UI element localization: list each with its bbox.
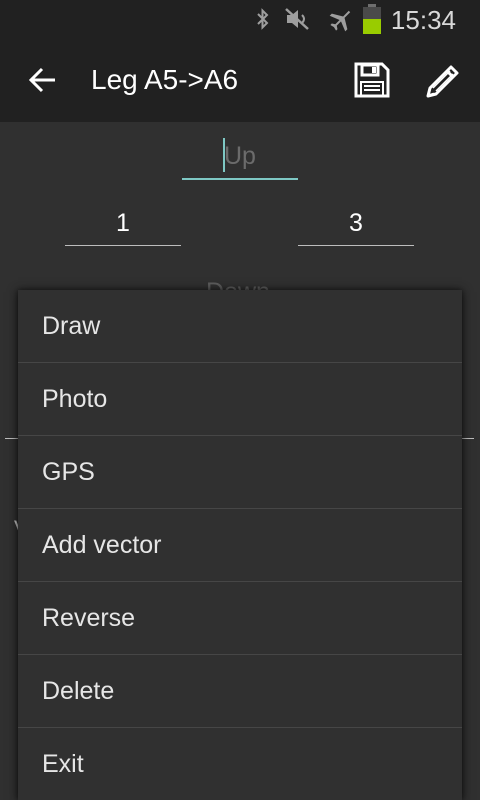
battery-icon bbox=[363, 4, 381, 34]
menu-item-label: Photo bbox=[42, 385, 108, 413]
menu-item-label: Reverse bbox=[42, 604, 136, 632]
overflow-menu: Draw Photo GPS Add vector Reverse Delete… bbox=[18, 290, 462, 800]
toolbar: Leg A5->A6 bbox=[0, 38, 480, 122]
menu-item-label: Delete bbox=[42, 677, 115, 705]
status-bar: 15:34 bbox=[0, 0, 480, 38]
page-title: Leg A5->A6 bbox=[91, 64, 239, 95]
back-arrow-icon[interactable] bbox=[28, 65, 58, 95]
menu-item-label: Exit bbox=[42, 750, 84, 778]
menu-item-label: Draw bbox=[42, 312, 101, 340]
menu-item-label: GPS bbox=[42, 458, 95, 486]
bluetooth-icon bbox=[257, 8, 269, 30]
edit-pencil-icon[interactable] bbox=[424, 62, 462, 100]
menu-item-gps[interactable]: GPS bbox=[18, 436, 462, 509]
clock: 15:34 bbox=[390, 5, 456, 35]
menu-item-exit[interactable]: Exit bbox=[18, 728, 462, 800]
menu-item-add-vector[interactable]: Add vector bbox=[18, 509, 462, 582]
to-input[interactable]: 3 bbox=[298, 205, 414, 246]
divider-left bbox=[5, 438, 19, 439]
up-input[interactable]: Up bbox=[182, 138, 298, 180]
from-input[interactable]: 1 bbox=[65, 205, 181, 246]
menu-item-photo[interactable]: Photo bbox=[18, 363, 462, 436]
airplane-icon bbox=[329, 10, 351, 32]
divider-right bbox=[462, 438, 474, 439]
save-icon[interactable] bbox=[354, 62, 390, 98]
menu-item-draw[interactable]: Draw bbox=[18, 290, 462, 363]
mute-icon bbox=[285, 8, 309, 30]
menu-item-delete[interactable]: Delete bbox=[18, 655, 462, 728]
up-placeholder: Up bbox=[224, 142, 256, 170]
menu-item-reverse[interactable]: Reverse bbox=[18, 582, 462, 655]
menu-item-label: Add vector bbox=[42, 531, 162, 559]
